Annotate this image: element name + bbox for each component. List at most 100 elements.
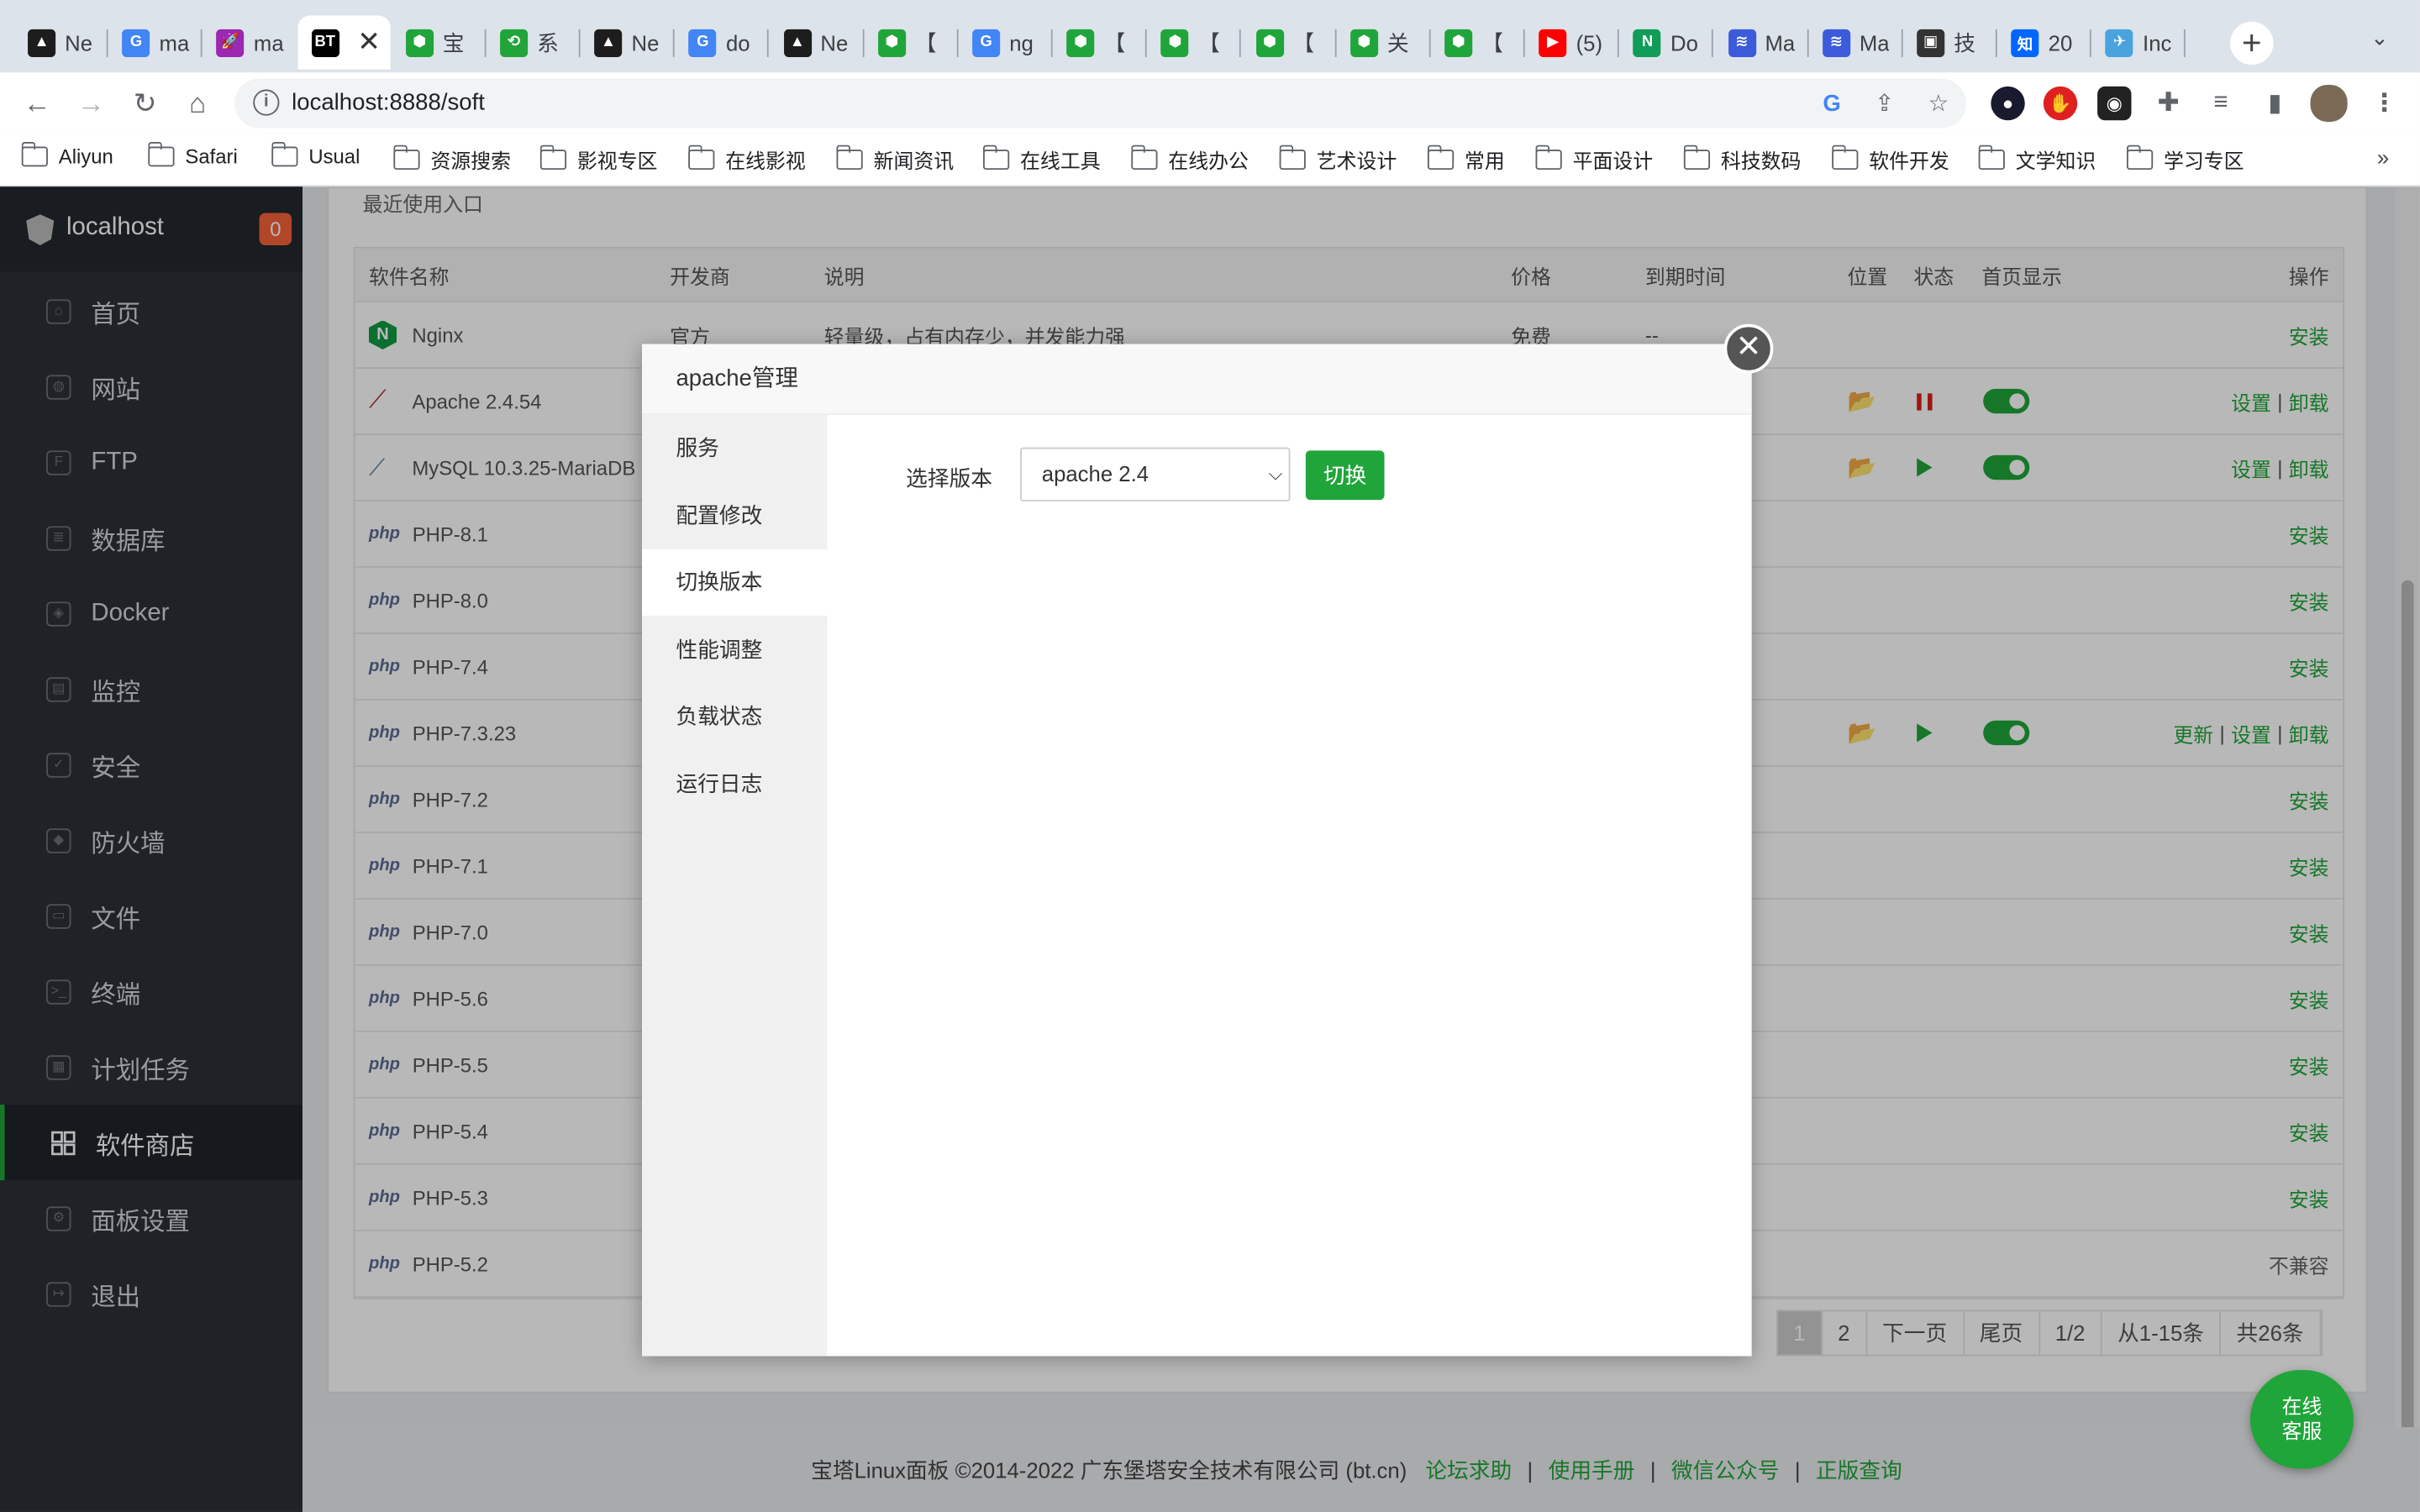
dialog-nav-item[interactable]: 运行日志 xyxy=(642,751,827,817)
dialog-nav-item[interactable]: 配置修改 xyxy=(642,482,827,549)
tab-label: 系 xyxy=(537,29,559,55)
bookmark-label: 在线工具 xyxy=(1020,150,1101,173)
extension-3-icon[interactable]: ◉ xyxy=(2097,86,2132,121)
google-translate-icon[interactable]: G xyxy=(1817,88,1848,119)
dialog-nav-item[interactable]: 服务 xyxy=(642,415,827,481)
address-bar[interactable]: i localhost:8888/soft G ⇪ ☆ xyxy=(234,78,1966,129)
bookmark-folder[interactable]: 平面设计 xyxy=(1534,144,1653,175)
folder-icon xyxy=(147,141,175,167)
dialog-nav-item[interactable]: 负载状态 xyxy=(642,684,827,750)
tab-label: 【 xyxy=(1481,29,1503,55)
folder-icon xyxy=(1682,144,1711,171)
browser-tab[interactable]: N Do xyxy=(1619,15,1709,69)
reading-list-icon[interactable]: ≡ xyxy=(2204,87,2238,120)
bookmark-label: 艺术设计 xyxy=(1316,150,1397,173)
browser-tab[interactable]: ⬢ 【 xyxy=(864,15,954,69)
tab-favicon-icon: ⬢ xyxy=(1066,28,1095,57)
tab-search-icon[interactable]: ⌄ xyxy=(2370,24,2389,50)
tab-close-icon[interactable]: ✕ xyxy=(357,26,381,59)
tab-label: Ne xyxy=(631,29,660,55)
bookmark-folder[interactable]: 软件开发 xyxy=(1831,144,1949,175)
browser-tab[interactable]: ⬢ 【 xyxy=(1147,15,1237,69)
bookmark-folder[interactable]: Aliyun xyxy=(20,141,113,169)
dialog-nav-item[interactable]: 性能调整 xyxy=(642,617,827,683)
avatar[interactable] xyxy=(2310,85,2348,123)
browser-tab[interactable]: ▲ Ne xyxy=(14,15,104,69)
browser-tab[interactable]: 知 20 xyxy=(1997,15,2087,69)
browser-tab[interactable]: ⬢ 关 xyxy=(1336,15,1426,69)
tab-label: Ma xyxy=(1765,29,1796,55)
browser-tab[interactable]: ▶ (5) xyxy=(1525,15,1615,69)
bookmark-label: 影视专区 xyxy=(576,150,658,173)
browser-tab[interactable]: ≋ Ma xyxy=(1808,15,1898,69)
browser-tab[interactable]: ▲ Ne xyxy=(770,15,860,69)
tab-label: ma xyxy=(159,29,190,55)
dialog-close-icon[interactable]: ✕ xyxy=(1723,323,1774,374)
bookmark-folder[interactable]: 在线办公 xyxy=(1130,144,1249,175)
browser-tab[interactable]: BT ✕ xyxy=(297,15,390,70)
folder-icon xyxy=(1977,144,2005,171)
adblock-icon[interactable]: ✋ xyxy=(2043,86,2078,121)
browser-tab[interactable]: Gma xyxy=(108,15,198,69)
bookmark-folder[interactable]: 新闻资讯 xyxy=(835,144,954,175)
browser-tab[interactable]: ✈ Inc xyxy=(2091,15,2181,69)
extension-1-icon[interactable]: ● xyxy=(1991,86,2025,121)
bookmark-star-icon[interactable]: ☆ xyxy=(1923,88,1954,119)
browser-tab[interactable]: ⬢ 【 xyxy=(1431,15,1521,69)
browser-menu-icon[interactable]: ⋮ xyxy=(2367,87,2401,120)
bookmarks-bar: » Aliyun Safari Usual 资源搜索 影视专区 在线影视 新闻资讯 在线工具 在… xyxy=(0,134,2420,187)
folder-icon xyxy=(835,144,863,171)
bookmark-folder[interactable]: 在线工具 xyxy=(982,144,1101,175)
bookmark-folder[interactable]: 艺术设计 xyxy=(1278,144,1397,175)
bookmarks-more-icon[interactable]: » xyxy=(2377,145,2389,170)
tab-separator xyxy=(1239,29,1242,57)
tab-label: ma xyxy=(253,29,284,55)
folder-icon xyxy=(1130,144,1158,171)
browser-tab[interactable]: ⟲ 系 xyxy=(487,15,576,69)
folder-icon xyxy=(271,141,298,167)
dialog-nav-item[interactable]: 切换版本 xyxy=(642,549,828,617)
browser-tab[interactable]: 🚀 ma xyxy=(203,15,292,69)
tab-separator xyxy=(2184,29,2186,57)
browser-tab[interactable]: Gdo xyxy=(675,15,765,69)
tab-separator xyxy=(1807,29,1808,57)
bookmark-folder[interactable]: 科技数码 xyxy=(1682,144,1802,175)
forward-icon[interactable]: → xyxy=(70,81,113,124)
bookmark-label: Aliyun xyxy=(58,144,113,169)
browser-tab[interactable]: ⬢ 【 xyxy=(1242,15,1332,69)
bookmark-folder[interactable]: 学习专区 xyxy=(2126,144,2244,175)
browser-tab[interactable]: Gng xyxy=(959,15,1049,69)
bookmark-folder[interactable]: 在线影视 xyxy=(687,144,806,175)
bookmark-label: 学习专区 xyxy=(2164,150,2244,173)
reload-icon[interactable]: ↻ xyxy=(124,81,166,124)
side-panel-icon[interactable]: ▮ xyxy=(2258,87,2291,120)
version-select[interactable]: apache 2.4 ⌵ xyxy=(1020,447,1291,501)
bookmark-folder[interactable]: Usual xyxy=(271,141,360,168)
browser-tab[interactable]: ▲ Ne xyxy=(581,15,671,69)
back-icon[interactable]: ← xyxy=(15,81,58,124)
bookmark-label: 软件开发 xyxy=(1869,150,1949,173)
tab-favicon-icon: G xyxy=(688,28,717,57)
bookmark-folder[interactable]: 常用 xyxy=(1427,144,1505,175)
share-icon[interactable]: ⇪ xyxy=(1869,88,1900,119)
bookmark-label: 科技数码 xyxy=(1720,150,1802,173)
bookmark-folder[interactable]: Safari xyxy=(147,141,238,168)
bookmark-folder[interactable]: 影视专区 xyxy=(539,144,658,175)
browser-tab[interactable]: ≋ Ma xyxy=(1714,15,1804,69)
browser-tab[interactable]: ▣ 技 xyxy=(1903,15,1993,69)
new-tab-button[interactable]: + xyxy=(2230,21,2274,66)
folder-icon xyxy=(20,141,48,167)
online-support-button[interactable]: 在线 客服 xyxy=(2249,1369,2354,1469)
site-info-icon[interactable]: i xyxy=(253,89,280,116)
switch-version-button[interactable]: 切换 xyxy=(1305,450,1385,501)
extensions-puzzle-icon[interactable]: ✚ xyxy=(2151,87,2185,120)
tab-label: 【 xyxy=(1292,29,1315,55)
browser-tab[interactable]: ⬢ 宝 xyxy=(392,15,481,69)
home-icon[interactable]: ⌂ xyxy=(176,81,218,124)
tab-favicon-icon: ▣ xyxy=(1917,28,1945,57)
tab-favicon-icon: 知 xyxy=(2011,28,2039,57)
browser-tab[interactable]: ⬢ 【 xyxy=(1053,15,1143,69)
bookmark-folder[interactable]: 资源搜索 xyxy=(392,144,511,175)
tab-label: 20 xyxy=(2048,29,2073,55)
bookmark-folder[interactable]: 文学知识 xyxy=(1977,144,2096,175)
